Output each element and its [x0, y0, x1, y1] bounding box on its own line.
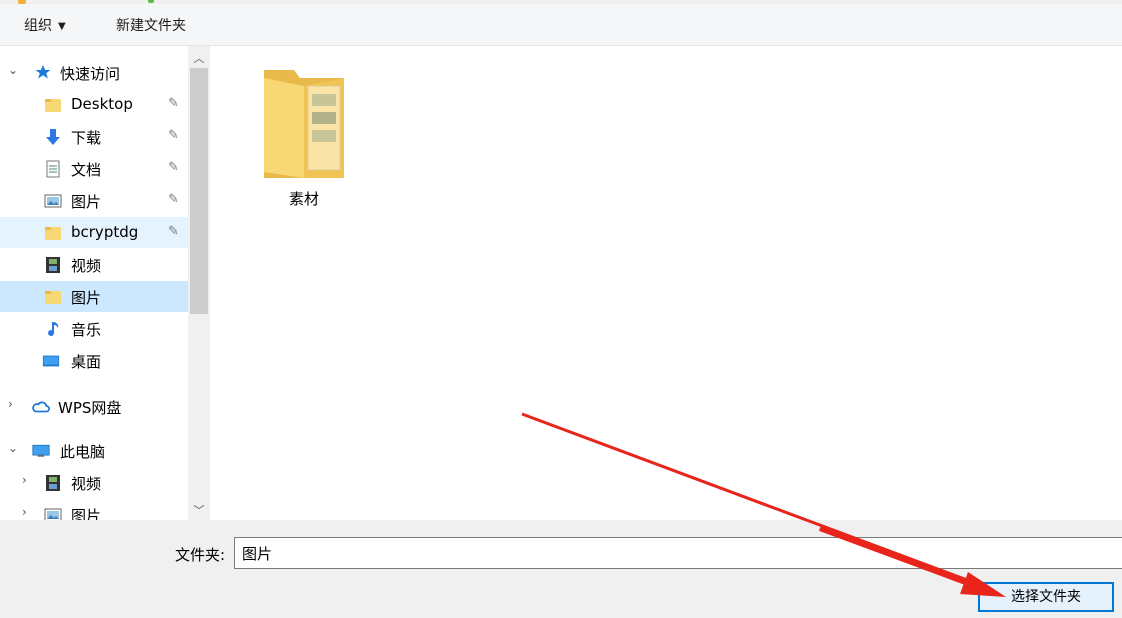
computer-icon: [32, 444, 50, 457]
folder-icon: [45, 227, 61, 240]
folder-icon: [264, 70, 344, 178]
nav-item-desktop[interactable]: Desktop ✎: [0, 89, 188, 120]
nav-label: 图片: [71, 289, 102, 307]
nav-label: 下载: [71, 129, 102, 147]
folder-icon: [45, 291, 61, 304]
chevron-right-icon[interactable]: ›: [8, 397, 13, 411]
file-list-area[interactable]: 素材: [210, 46, 1122, 520]
nav-label: WPS网盘: [58, 399, 122, 417]
folder-field-label: 文件夹:: [175, 546, 226, 564]
nav-item-desktop-cn[interactable]: 桌面: [0, 345, 188, 376]
nav-label: 视频: [71, 475, 102, 493]
select-folder-button[interactable]: 选择文件夹: [978, 582, 1114, 612]
nav-pc-pictures[interactable]: › 图片: [0, 499, 188, 520]
toolbar: 组织 ▼ 新建文件夹: [0, 4, 1122, 46]
picture-icon: [44, 194, 62, 208]
scroll-down-icon[interactable]: ﹀: [188, 502, 210, 518]
organize-button[interactable]: 组织 ▼: [24, 15, 66, 35]
pin-icon[interactable]: ✎: [168, 192, 179, 207]
nav-label: 桌面: [71, 353, 102, 371]
nav-scrollbar[interactable]: ︿ ﹀: [188, 46, 210, 520]
nav-this-pc[interactable]: ⌄ 此电脑: [0, 435, 188, 466]
organize-label: 组织: [24, 18, 52, 34]
nav-wps-drive[interactable]: › WPS网盘: [0, 391, 188, 422]
folder-item-sucai[interactable]: 素材: [256, 64, 352, 214]
picture-icon: [44, 508, 62, 520]
pin-icon[interactable]: ✎: [168, 96, 179, 111]
nav-item-pictures-selected[interactable]: 图片: [0, 281, 188, 312]
folder-icon: [45, 99, 61, 112]
scroll-up-icon[interactable]: ︿: [188, 50, 210, 66]
pin-icon[interactable]: ✎: [168, 160, 179, 175]
pin-icon[interactable]: ✎: [168, 224, 179, 239]
chevron-right-icon[interactable]: ›: [22, 473, 27, 487]
nav-item-bcryptdg[interactable]: bcryptdg ✎: [0, 217, 188, 248]
video-icon: [46, 257, 60, 273]
navigation-pane: ⌄ 快速访问 Desktop ✎ 下载 ✎ 文档 ✎ 图片 ✎ bcryptdg…: [0, 46, 188, 520]
nav-label: 图片: [71, 193, 102, 211]
caret-down-icon: ▼: [58, 21, 66, 32]
cloud-icon: [32, 401, 50, 413]
new-folder-label: 新建文件夹: [116, 18, 186, 34]
nav-item-documents[interactable]: 文档 ✎: [0, 153, 188, 184]
chevron-down-icon[interactable]: ⌄: [8, 441, 18, 455]
nav-label: Desktop: [71, 95, 133, 113]
nav-label: 文档: [71, 161, 102, 179]
nav-item-music[interactable]: 音乐: [0, 313, 188, 344]
nav-pc-videos[interactable]: › 视频: [0, 467, 188, 498]
nav-item-videos[interactable]: 视频: [0, 249, 188, 280]
music-note-icon: [48, 322, 59, 337]
chevron-right-icon[interactable]: ›: [22, 505, 27, 519]
nav-label: 快速访问: [60, 65, 121, 83]
nav-label: 图片: [71, 507, 102, 520]
nav-item-downloads[interactable]: 下载 ✎: [0, 121, 188, 152]
chevron-down-icon[interactable]: ⌄: [8, 63, 18, 77]
video-icon: [46, 475, 60, 491]
nav-label: 音乐: [71, 321, 102, 339]
folder-caption: 素材: [288, 190, 319, 208]
pin-star-icon: [35, 65, 51, 79]
nav-label: 此电脑: [60, 443, 106, 461]
download-arrow-icon: [46, 129, 60, 145]
folder-name-input[interactable]: 图片: [234, 537, 1122, 569]
nav-label: bcryptdg: [71, 223, 139, 241]
document-icon: [46, 160, 60, 178]
scroll-thumb[interactable]: [190, 68, 208, 314]
app-icon-fragment-green: [148, 0, 154, 3]
nav-quick-access[interactable]: ⌄ 快速访问: [0, 57, 188, 88]
nav-item-pictures[interactable]: 图片 ✎: [0, 185, 188, 216]
desktop-icon: [42, 355, 60, 367]
nav-label: 视频: [71, 257, 102, 275]
dialog-footer: 文件夹: 图片 选择文件夹: [0, 520, 1122, 618]
pin-icon[interactable]: ✎: [168, 128, 179, 143]
new-folder-button[interactable]: 新建文件夹: [116, 15, 186, 35]
